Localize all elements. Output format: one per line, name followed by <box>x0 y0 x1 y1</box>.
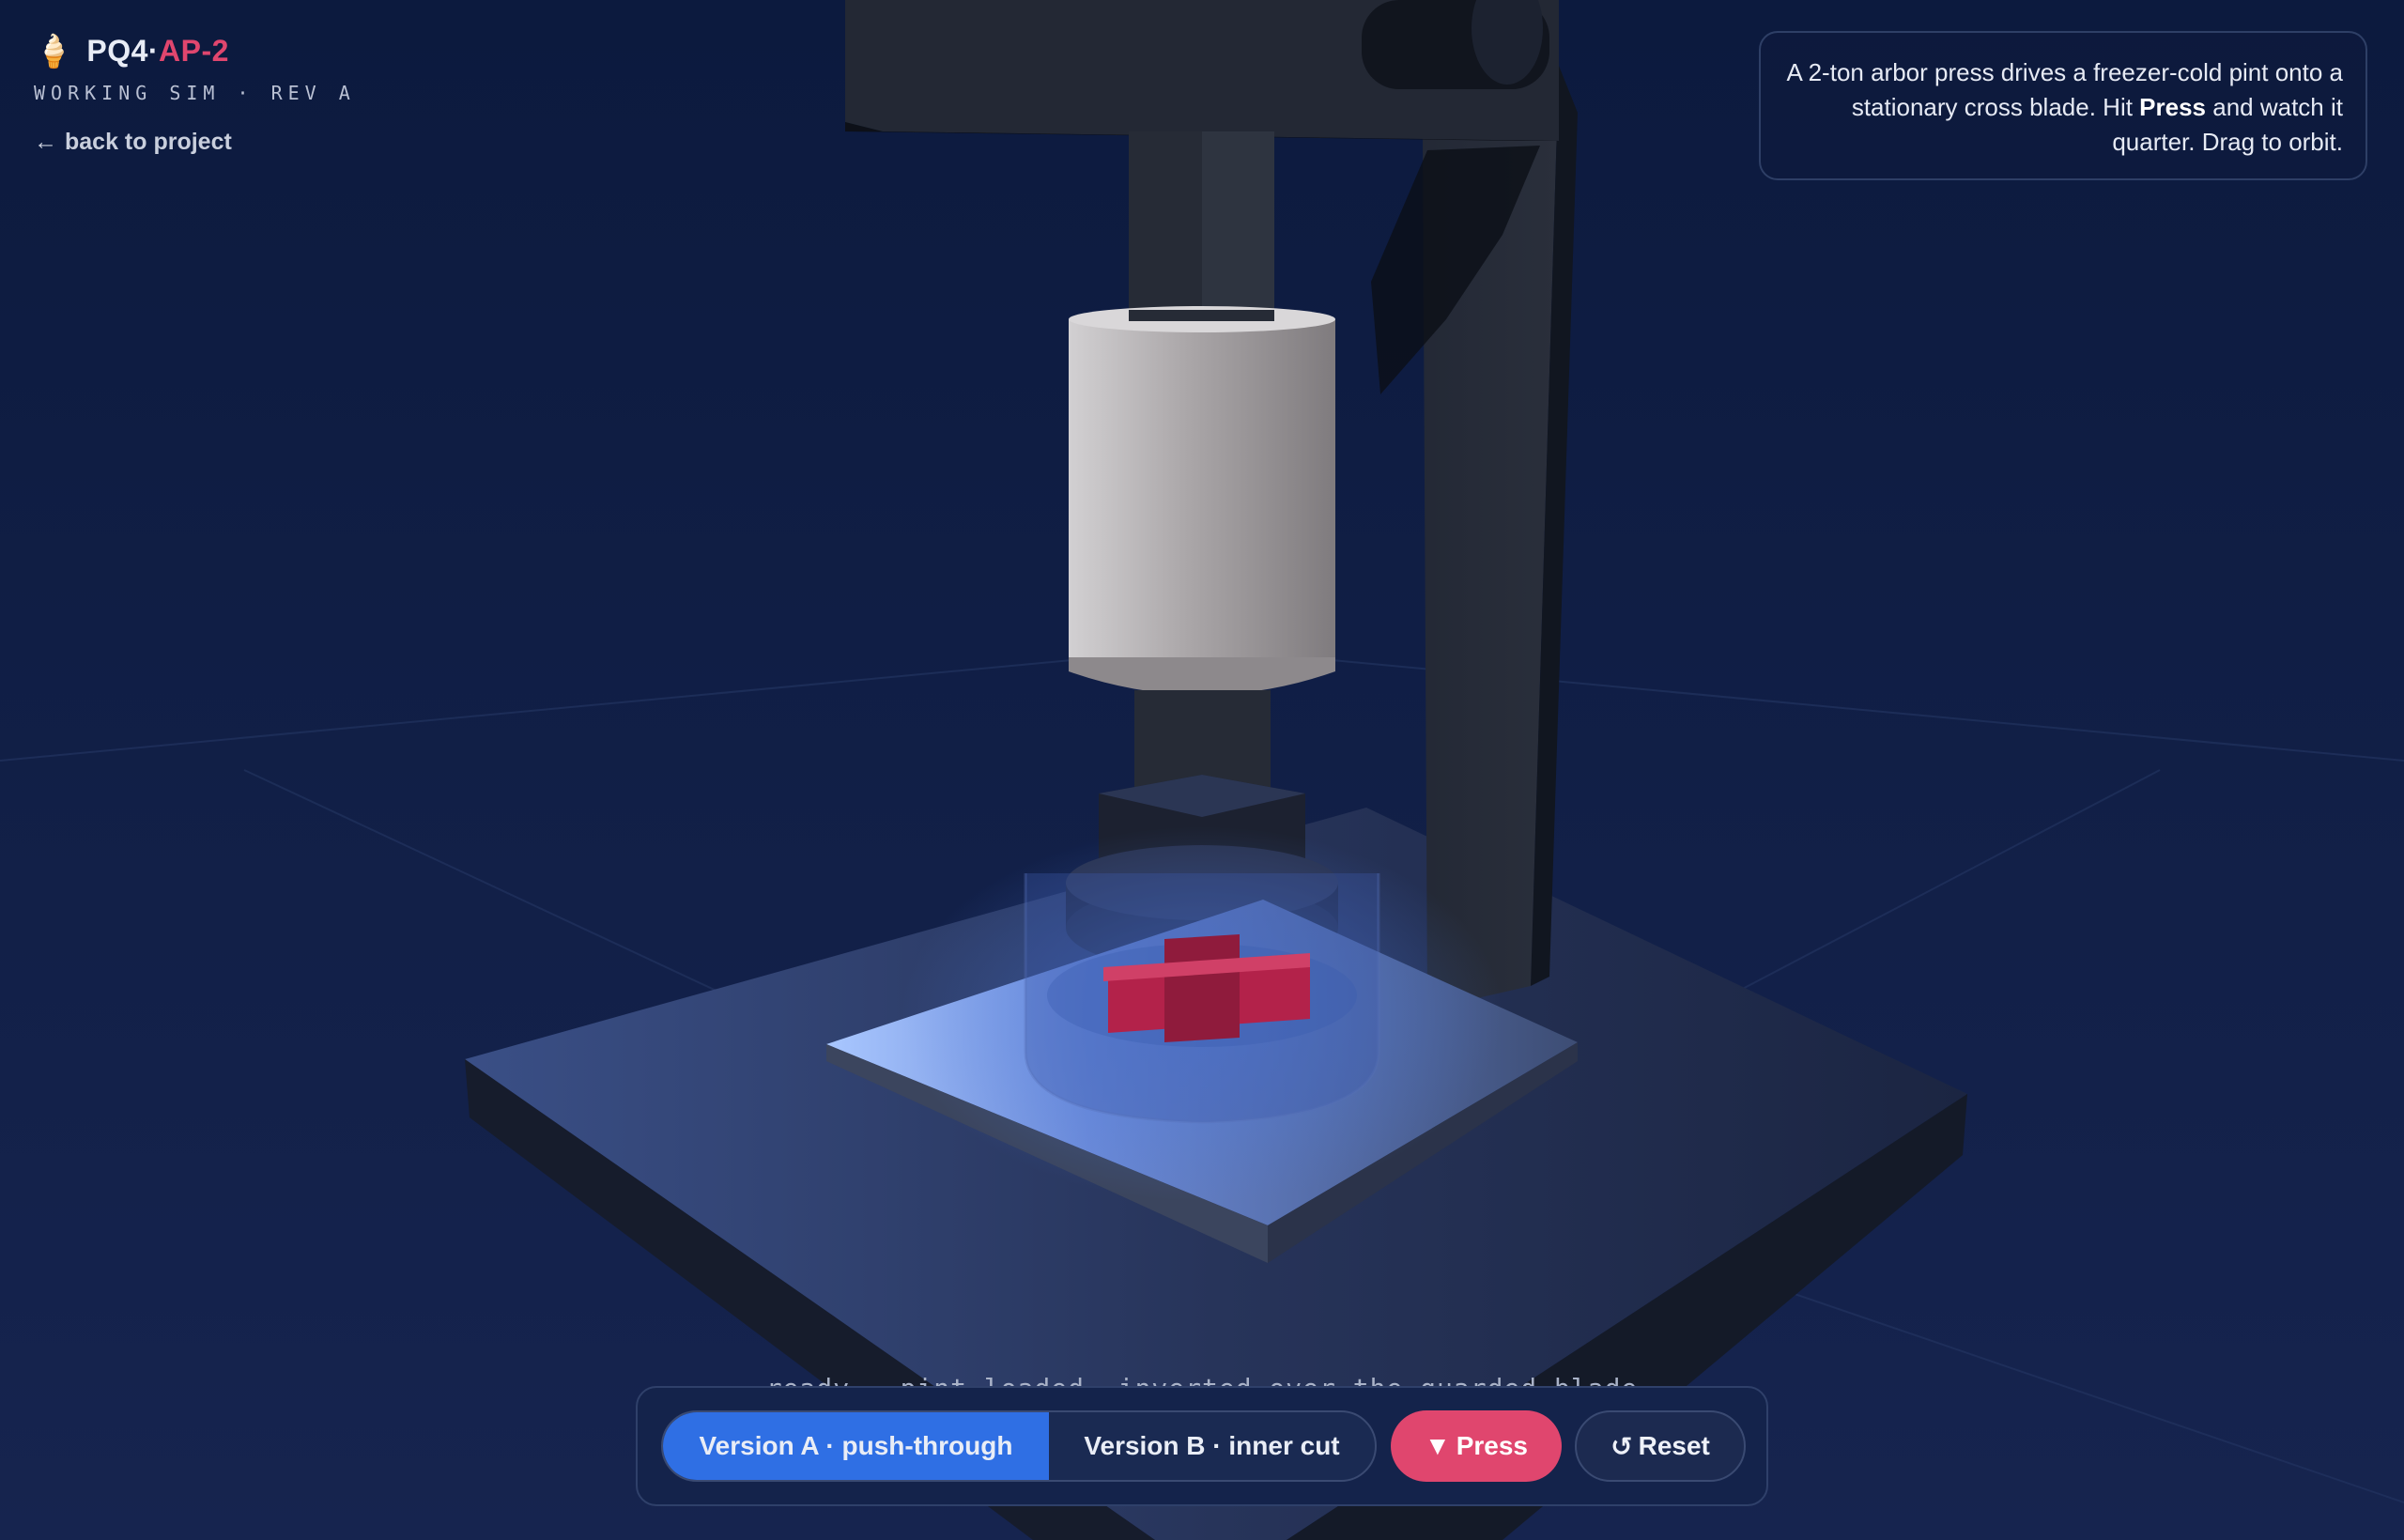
rotate-ccw-icon: ↺ <box>1610 1431 1633 1461</box>
brand-block: 🍦 PQ4·AP-2 WORKING SIM · REV A ← back to… <box>34 34 356 156</box>
reset-button-label: Reset <box>1638 1431 1710 1460</box>
back-link-label: back to project <box>65 129 232 155</box>
press-3d-viewport[interactable] <box>0 0 2404 1540</box>
control-toolbar: Version A · push-through Version B · inn… <box>636 1386 1768 1506</box>
brand-row: 🍦 PQ4·AP-2 <box>34 34 356 69</box>
ice-cream-icon: 🍦 <box>34 33 74 69</box>
app-title-accent: AP-2 <box>159 34 229 68</box>
back-to-project-link[interactable]: ← back to project <box>34 129 356 156</box>
app-title-main: PQ4· <box>86 34 160 68</box>
reset-button[interactable]: ↺ Reset <box>1575 1410 1746 1482</box>
triangle-down-icon: ▼ <box>1424 1431 1451 1460</box>
arrow-left-icon: ← <box>34 129 57 155</box>
version-toggle: Version A · push-through Version B · inn… <box>661 1410 1377 1482</box>
instructions-panel: A 2-ton arbor press drives a freezer-col… <box>1759 31 2367 180</box>
press-button[interactable]: ▼ Press <box>1391 1410 1562 1482</box>
version-a-button[interactable]: Version A · push-through <box>663 1412 1049 1480</box>
instructions-press-keyword: Press <box>2139 93 2207 121</box>
version-b-button[interactable]: Version B · inner cut <box>1049 1412 1375 1480</box>
app-title: PQ4·AP-2 <box>86 34 229 69</box>
press-button-label: Press <box>1456 1431 1528 1460</box>
app-subtitle: WORKING SIM · REV A <box>34 82 356 104</box>
